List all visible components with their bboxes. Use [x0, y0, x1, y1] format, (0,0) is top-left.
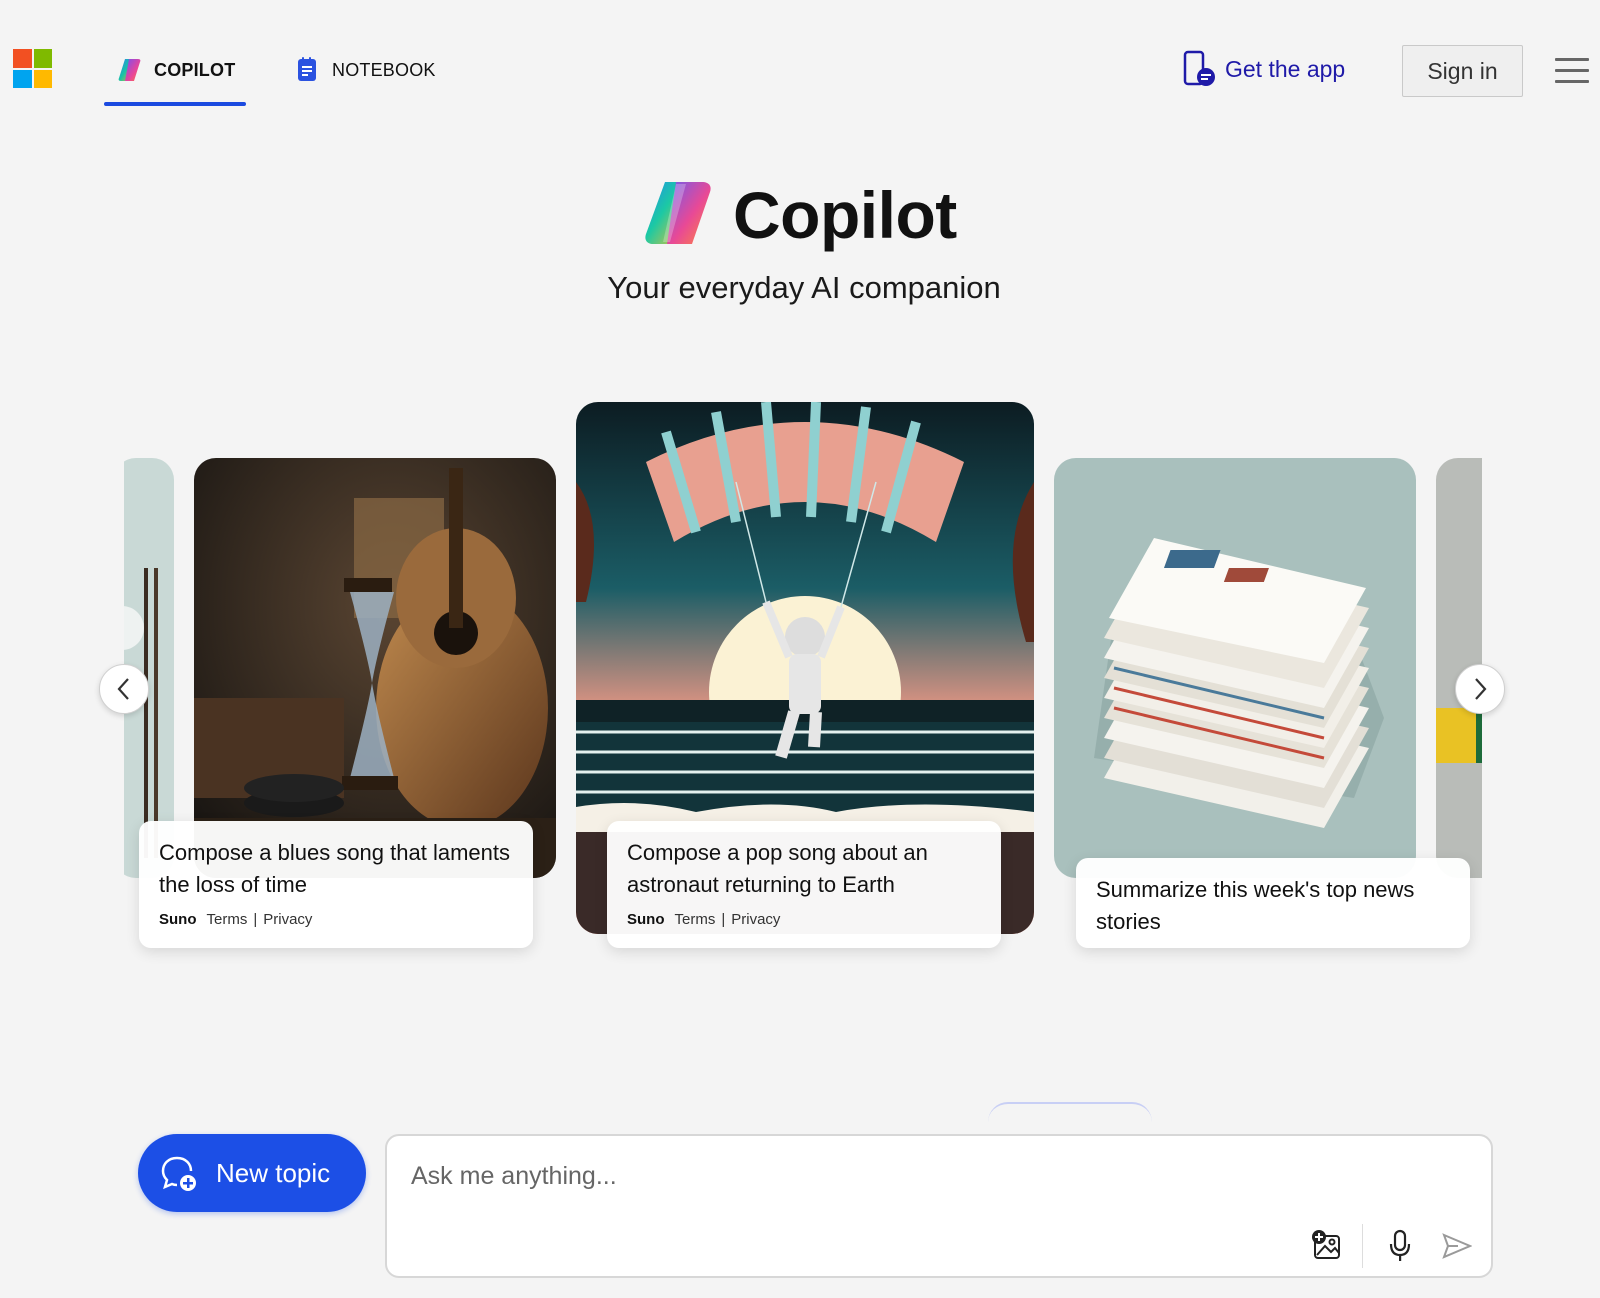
- tab-copilot-label: COPILOT: [154, 60, 236, 80]
- microphone-button[interactable]: [1380, 1226, 1420, 1266]
- hero-title: Copilot: [733, 178, 957, 252]
- prompt-text: Summarize this week's top news stories: [1096, 877, 1415, 934]
- prompt-text: Compose a blues song that laments the lo…: [159, 840, 510, 897]
- copilot-page: COPILOT NOTEBOOK Get the app Sign in Cop…: [0, 0, 1600, 1298]
- sign-in-button[interactable]: Sign in: [1402, 45, 1523, 97]
- get-the-app-link[interactable]: Get the app: [1183, 50, 1345, 88]
- tab-notebook[interactable]: NOTEBOOK: [296, 56, 436, 106]
- copilot-hero-logo: [643, 180, 715, 246]
- prompt-text: Compose a pop song about an astronaut re…: [627, 840, 928, 897]
- prompt-card-blues[interactable]: Compose a blues song that laments the lo…: [139, 821, 533, 948]
- chat-add-icon: [160, 1154, 198, 1192]
- add-image-icon: [1312, 1230, 1340, 1259]
- phone-chat-icon: [1183, 50, 1215, 88]
- new-topic-label: New topic: [216, 1157, 331, 1188]
- separator: |: [721, 911, 726, 928]
- news-summary-image[interactable]: [1054, 458, 1416, 878]
- chat-input[interactable]: [411, 1156, 1411, 1196]
- chat-composer: [385, 1134, 1493, 1278]
- get-the-app-label: Get the app: [1225, 55, 1346, 82]
- terms-link[interactable]: Terms: [207, 911, 248, 928]
- chevron-left-icon: [117, 678, 129, 700]
- send-icon: [1442, 1233, 1472, 1259]
- suggestion-arc: [988, 1102, 1152, 1122]
- tab-notebook-label: NOTEBOOK: [332, 60, 436, 80]
- microphone-icon: [1389, 1229, 1411, 1261]
- microsoft-logo[interactable]: [13, 49, 52, 88]
- prompt-carousel: Compose a blues song that laments the lo…: [124, 400, 1482, 980]
- add-image-button[interactable]: [1307, 1226, 1347, 1266]
- send-button[interactable]: [1437, 1226, 1477, 1266]
- privacy-link[interactable]: Privacy: [263, 911, 312, 928]
- provider-label: Suno: [159, 911, 197, 928]
- hamburger-menu-icon[interactable]: [1555, 58, 1589, 84]
- notebook-icon: [296, 56, 322, 84]
- privacy-link[interactable]: Privacy: [731, 911, 780, 928]
- prompt-card-astronaut[interactable]: Compose a pop song about an astronaut re…: [607, 821, 1001, 948]
- carousel-prev-button[interactable]: [99, 664, 149, 714]
- carousel-next-button[interactable]: [1455, 664, 1505, 714]
- copilot-logo-icon: [118, 56, 144, 84]
- new-topic-button[interactable]: New topic: [138, 1134, 366, 1212]
- toolbar-divider: [1362, 1224, 1363, 1268]
- tab-copilot[interactable]: COPILOT: [104, 56, 246, 106]
- terms-link[interactable]: Terms: [675, 911, 716, 928]
- chevron-right-icon: [1475, 678, 1487, 700]
- provider-label: Suno: [627, 911, 665, 928]
- blues-song-image[interactable]: [194, 458, 556, 878]
- prompt-card-news[interactable]: Summarize this week's top news stories: [1076, 858, 1470, 948]
- separator: |: [253, 911, 258, 928]
- hero-subtitle: Your everyday AI companion: [607, 270, 1001, 305]
